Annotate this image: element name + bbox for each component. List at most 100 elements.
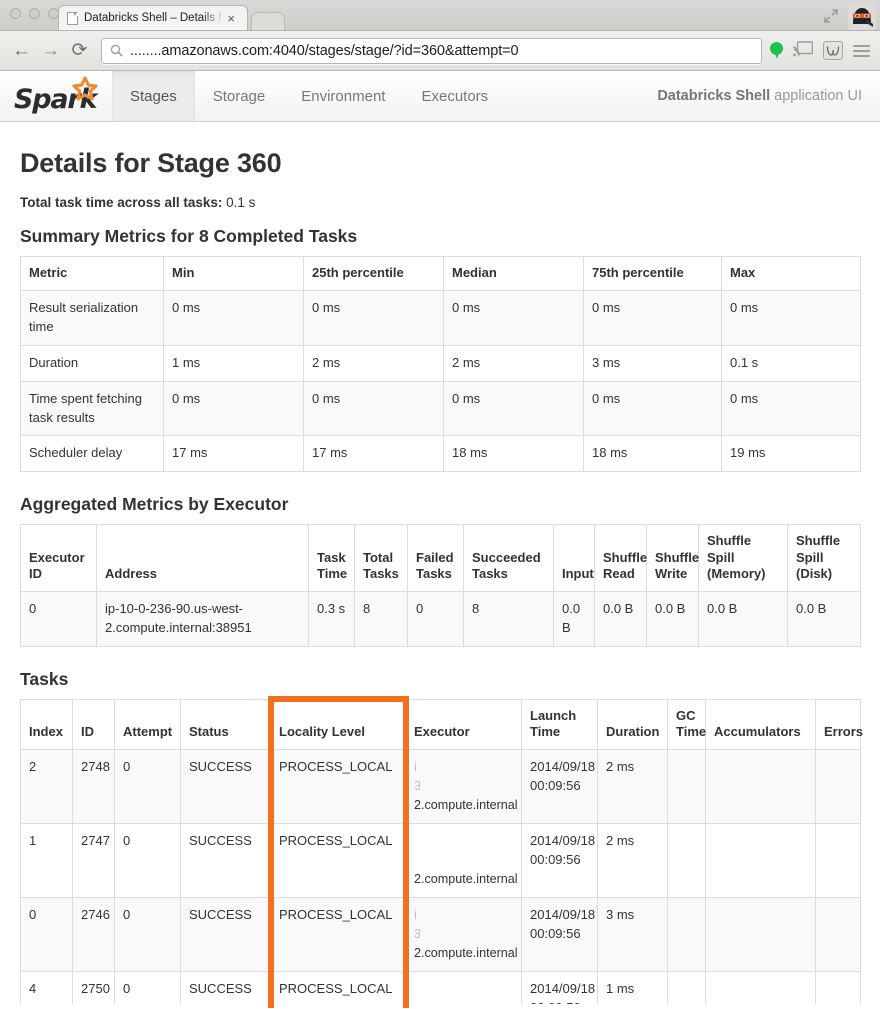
cell-id: 2748 xyxy=(73,750,115,824)
cell-metric: Time spent fetching task results xyxy=(21,381,164,436)
launch-date: 2014/09/18 xyxy=(530,833,595,848)
cell-shuffle-spill-memory: 0.0 B xyxy=(699,592,788,647)
col-total-tasks[interactable]: Total Tasks xyxy=(355,525,408,592)
cell-status: SUCCESS xyxy=(181,824,271,898)
fullscreen-icon[interactable] xyxy=(822,7,840,25)
col-input[interactable]: Input xyxy=(554,525,595,592)
col-errors[interactable]: Errors xyxy=(816,699,861,750)
col-status[interactable]: Status xyxy=(181,699,271,750)
application-name: Databricks Shell application UI xyxy=(657,71,880,121)
col-succeeded-tasks[interactable]: Succeeded Tasks xyxy=(464,525,554,592)
nav-item-stages[interactable]: Stages xyxy=(112,71,195,121)
cell-index: 1 xyxy=(21,824,73,898)
col-shuffle-spill-memory[interactable]: Shuffle Spill (Memory) xyxy=(699,525,788,592)
nav-item-environment[interactable]: Environment xyxy=(283,71,403,121)
tab-strip: Databricks Shell – Details f × xyxy=(58,5,285,30)
col-task-time[interactable]: Task Time xyxy=(309,525,355,592)
location-pin-icon[interactable] xyxy=(770,42,783,60)
col-launch-time[interactable]: Launch Time xyxy=(522,699,598,750)
nav-item-executors[interactable]: Executors xyxy=(403,71,506,121)
executor-host-line2-faint: 3 xyxy=(414,777,420,796)
cell-locality-level: PROCESS_LOCAL xyxy=(271,824,406,898)
executor-host-redacted: i 3 2.compute.internal xyxy=(414,758,513,815)
cell-errors xyxy=(816,898,861,972)
col-failed-tasks[interactable]: Failed Tasks xyxy=(408,525,464,592)
table-row: 1 2747 0 SUCCESS PROCESS_LOCAL 2.compute… xyxy=(21,824,861,898)
col-accumulators[interactable]: Accumulators xyxy=(706,699,816,750)
col-executor-id[interactable]: Executor ID xyxy=(21,525,97,592)
back-button[interactable]: ← xyxy=(8,37,35,64)
cell-index: 0 xyxy=(21,898,73,972)
col-shuffle-write[interactable]: Shuffle Write xyxy=(647,525,699,592)
cell-25th: 0 ms xyxy=(304,381,444,436)
col-25th[interactable]: 25th percentile xyxy=(304,257,444,291)
cell-accumulators xyxy=(706,971,816,1008)
col-75th[interactable]: 75th percentile xyxy=(584,257,722,291)
table-row: Result serialization time 0 ms 0 ms 0 ms… xyxy=(21,291,861,346)
executor-host-suffix: 2.compute.internal xyxy=(414,796,513,815)
col-metric[interactable]: Metric xyxy=(21,257,164,291)
nav-item-storage[interactable]: Storage xyxy=(195,71,284,121)
total-task-time-label: Total task time across all tasks: xyxy=(20,195,222,210)
col-shuffle-spill-disk[interactable]: Shuffle Spill (Disk) xyxy=(788,525,861,592)
launch-date: 2014/09/18 xyxy=(530,981,595,996)
col-index[interactable]: Index xyxy=(21,699,73,750)
cell-min: 0 ms xyxy=(164,291,304,346)
browser-tab-active[interactable]: Databricks Shell – Details f × xyxy=(58,5,248,30)
spark-logo[interactable]: Spark xyxy=(0,71,112,121)
col-shuffle-read[interactable]: Shuffle Read xyxy=(595,525,647,592)
spark-web-ui: Spark Stages Storage Environment Executo… xyxy=(0,71,880,1008)
col-max[interactable]: Max xyxy=(722,257,861,291)
cell-errors xyxy=(816,824,861,898)
executor-host-suffix: 2.compute.internal xyxy=(414,870,513,889)
reload-button[interactable]: ⟳ xyxy=(66,37,93,64)
table-row: Scheduler delay 17 ms 17 ms 18 ms 18 ms … xyxy=(21,436,861,472)
table-row: Duration 1 ms 2 ms 2 ms 3 ms 0.1 s xyxy=(21,345,861,381)
col-attempt[interactable]: Attempt xyxy=(115,699,181,750)
col-median[interactable]: Median xyxy=(444,257,584,291)
col-address[interactable]: Address xyxy=(97,525,309,592)
tab-close-icon[interactable]: × xyxy=(227,12,235,25)
cell-median: 0 ms xyxy=(444,381,584,436)
new-tab-button[interactable] xyxy=(251,12,285,30)
cell-index: 4 xyxy=(21,971,73,1008)
cell-duration: 2 ms xyxy=(598,750,668,824)
cell-id: 2747 xyxy=(73,824,115,898)
page-title: Details for Stage 360 xyxy=(20,148,860,179)
cell-75th: 18 ms xyxy=(584,436,722,472)
cell-launch-time: 2014/09/18 00:09:56 xyxy=(522,898,598,972)
address-bar[interactable]: ........amazonaws.com:4040/stages/stage/… xyxy=(101,38,762,64)
cast-icon[interactable] xyxy=(793,40,813,62)
col-locality-level[interactable]: Locality Level xyxy=(271,699,406,750)
cell-succeeded-tasks: 8 xyxy=(464,592,554,647)
table-row: 4 2750 0 SUCCESS PROCESS_LOCAL 2.compute… xyxy=(21,971,861,1008)
spark-nav-items: Stages Storage Environment Executors xyxy=(112,71,506,121)
col-executor[interactable]: Executor xyxy=(406,699,522,750)
ninja-avatar-icon[interactable] xyxy=(848,2,876,30)
tasks-table: Index ID Attempt Status Locality Level E… xyxy=(20,699,861,1008)
cell-shuffle-spill-disk: 0.0 B xyxy=(788,592,861,647)
launch-clock: 00:09:56 xyxy=(530,778,581,793)
cell-attempt: 0 xyxy=(115,898,181,972)
forward-button[interactable]: → xyxy=(37,37,64,64)
cell-median: 0 ms xyxy=(444,291,584,346)
col-min[interactable]: Min xyxy=(164,257,304,291)
cell-launch-time: 2014/09/18 00:09:56 xyxy=(522,971,598,1008)
col-duration[interactable]: Duration xyxy=(598,699,668,750)
cell-min: 0 ms xyxy=(164,381,304,436)
cell-locality-level: PROCESS_LOCAL xyxy=(271,971,406,1008)
table-row: 2 2748 0 SUCCESS PROCESS_LOCAL i 3 2.com… xyxy=(21,750,861,824)
cell-max: 0.1 s xyxy=(722,345,861,381)
cell-task-time: 0.3 s xyxy=(309,592,355,647)
minimize-window-button[interactable] xyxy=(29,8,40,19)
browser-tab-title: Databricks Shell – Details f xyxy=(84,12,221,24)
col-id[interactable]: ID xyxy=(73,699,115,750)
menu-icon[interactable] xyxy=(853,45,870,57)
col-gc-time[interactable]: GC Time xyxy=(668,699,706,750)
close-window-button[interactable] xyxy=(10,8,21,19)
extension-w-icon[interactable] xyxy=(823,41,843,60)
table-row: 0 2746 0 SUCCESS PROCESS_LOCAL i 3 2.com… xyxy=(21,898,861,972)
total-task-time: Total task time across all tasks: 0.1 s xyxy=(20,195,860,210)
toolbar-icons xyxy=(770,40,872,62)
table-header-row: Executor ID Address Task Time Total Task… xyxy=(21,525,861,592)
